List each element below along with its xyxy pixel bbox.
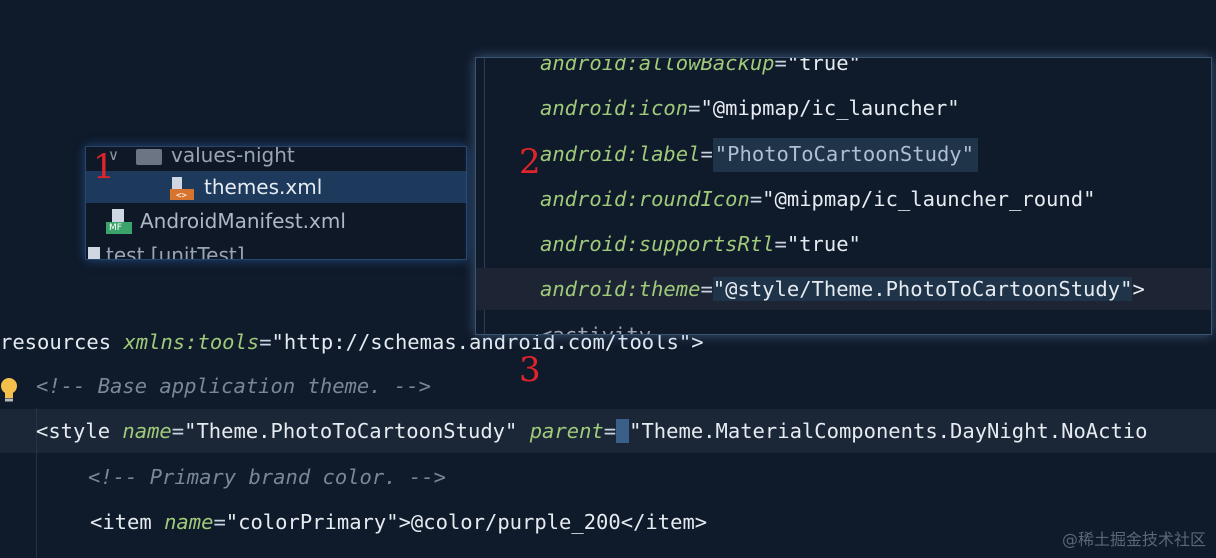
manifest-line-round-icon[interactable]: android:roundIcon="@mipmap/ic_launcher_r…: [540, 180, 1095, 218]
manifest-line-icon[interactable]: android:icon="@mipmap/ic_launcher": [540, 89, 960, 127]
code-line-item-color-primary[interactable]: <item name="colorPrimary">@color/purple_…: [90, 500, 707, 544]
folder-icon: [136, 149, 162, 165]
manifest-line-theme[interactable]: android:theme="@style/Theme.PhotoToCarto…: [540, 270, 1145, 308]
xml-file-icon: <>: [170, 177, 196, 201]
manifest-line-supports-rtl[interactable]: android:supportsRtl="true": [540, 225, 861, 263]
watermark: @稀土掘金技术社区: [1061, 530, 1206, 549]
manifest-line-label[interactable]: android:label="PhotoToCartoonStudy": [540, 135, 978, 173]
folder-icon: [88, 247, 100, 259]
code-line-style[interactable]: <style name="Theme.PhotoToCartoonStudy" …: [36, 409, 1148, 453]
tree-item-android-manifest[interactable]: MF AndroidManifest.xml: [86, 205, 466, 237]
annotation-label-2: 2: [519, 142, 541, 182]
project-tree-panel: ∨ values-night <> themes.xml MF AndroidM…: [85, 146, 467, 260]
manifest-editor-panel[interactable]: android:allowBackup="true" android:icon=…: [475, 57, 1212, 335]
manifest-line-allow-backup[interactable]: android:allowBackup="true": [540, 58, 861, 82]
tree-item-test[interactable]: test [unitTest]: [86, 239, 466, 259]
manifest-file-icon: MF: [106, 209, 134, 235]
svg-text:<>: <>: [176, 191, 187, 201]
tree-item-values-night[interactable]: ∨ values-night: [86, 147, 466, 171]
code-line-comment-base[interactable]: <!-- Base application theme. -->: [36, 364, 431, 408]
themes-xml-editor[interactable]: resources xmlns:tools="http://schemas.an…: [0, 318, 1216, 558]
lightbulb-icon[interactable]: [0, 377, 18, 403]
annotation-label-3: 3: [519, 350, 541, 390]
manifest-line-activity[interactable]: <activity: [540, 316, 651, 334]
tree-item-themes-xml[interactable]: <> themes.xml: [86, 171, 466, 203]
annotation-label-1: 1: [93, 147, 115, 187]
code-line-comment-primary[interactable]: <!-- Primary brand color. -->: [88, 455, 446, 499]
